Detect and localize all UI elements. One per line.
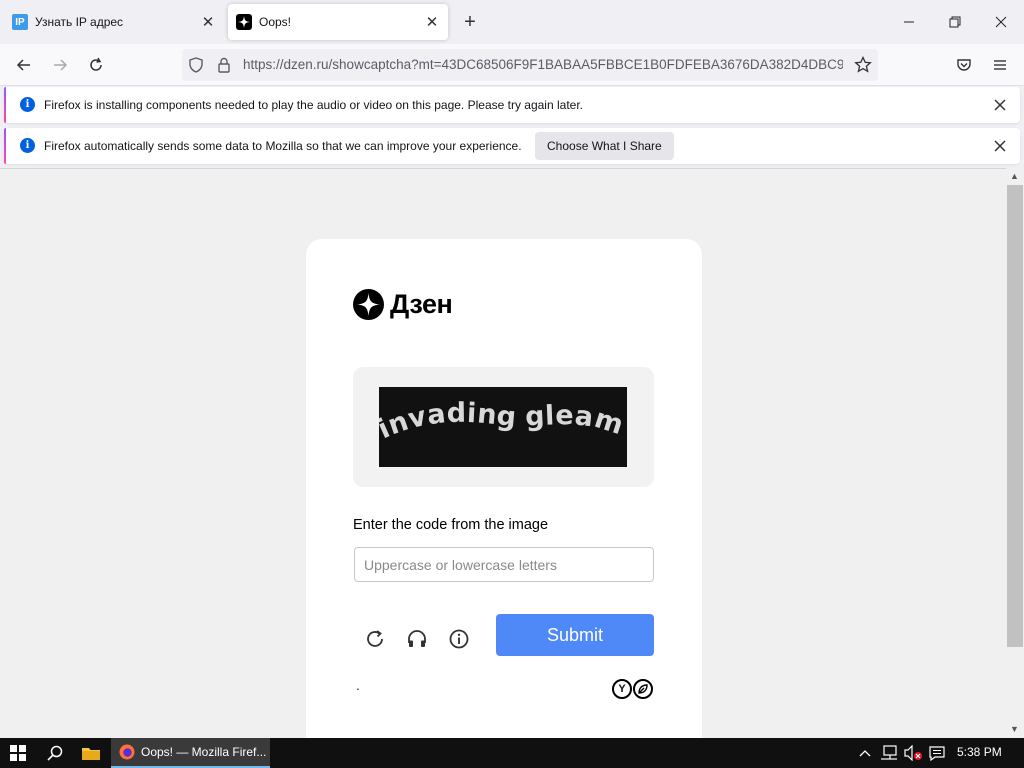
search-icon[interactable] [38, 738, 72, 768]
captcha-code-input[interactable] [354, 547, 654, 582]
svg-text:invading gleaming: invading gleaming [379, 387, 627, 445]
scroll-up-icon[interactable]: ▲ [1010, 171, 1019, 181]
reload-icon[interactable] [80, 49, 112, 81]
notification-accent [4, 128, 6, 164]
url-text[interactable]: https://dzen.ru/showcaptcha?mt=43DC68506… [243, 57, 843, 72]
captcha-info-icon[interactable] [445, 625, 473, 653]
close-window-icon[interactable] [978, 0, 1024, 44]
submit-button[interactable]: Submit [496, 614, 654, 656]
firefox-icon [119, 744, 135, 760]
show-hidden-icons-chevron-icon[interactable] [856, 738, 874, 768]
lock-icon[interactable] [217, 57, 231, 76]
menu-hamburger-icon[interactable] [984, 49, 1016, 81]
tab-oops[interactable]: Oops! ✕ [228, 4, 448, 40]
close-notification-icon[interactable] [990, 136, 1010, 156]
refresh-captcha-icon[interactable] [361, 625, 389, 653]
data-collection-notification: i Firefox automatically sends some data … [4, 128, 1020, 164]
captcha-text: invading gleaming [379, 387, 627, 445]
pocket-icon[interactable] [948, 49, 980, 81]
notification-message: Firefox automatically sends some data to… [44, 139, 522, 153]
media-components-notification: i Firefox is installing components neede… [4, 87, 1020, 123]
captcha-image: invading gleaming [379, 387, 627, 467]
forward-icon[interactable] [44, 49, 76, 81]
action-center-icon[interactable] [926, 738, 948, 768]
tab-strip: IP Узнать IP адрес ✕ Oops! ✕ + [0, 0, 1024, 44]
url-bar[interactable]: https://dzen.ru/showcaptcha?mt=43DC68506… [182, 49, 878, 81]
yandex-leaf-icon [633, 679, 653, 699]
new-tab-icon[interactable]: + [456, 8, 484, 36]
captcha-card: Дзен invading gleaming Enter the code fr… [306, 239, 702, 738]
tab-title: Узнать IP адрес [35, 15, 124, 29]
brand-name: Дзен [390, 289, 453, 319]
taskbar-clock[interactable]: 5:38 PM [957, 745, 1002, 759]
windows-start-icon[interactable] [0, 738, 36, 768]
taskbar-firefox-window[interactable]: Oops! — Mozilla Firef... [111, 738, 270, 768]
dzen-favicon-icon [236, 14, 252, 30]
ip-favicon-icon: IP [12, 14, 28, 30]
tracking-protection-shield-icon[interactable] [188, 57, 204, 76]
navigation-toolbar: https://dzen.ru/showcaptcha?mt=43DC68506… [0, 44, 1024, 86]
volume-muted-icon[interactable] [902, 738, 924, 768]
scroll-down-icon[interactable]: ▼ [1010, 724, 1019, 734]
dzen-logo: Дзен [353, 289, 453, 320]
close-tab-icon[interactable]: ✕ [424, 14, 440, 31]
windows-taskbar: Oops! — Mozilla Firef... 5:38 PM [0, 738, 1024, 768]
back-icon[interactable] [8, 49, 40, 81]
close-tab-icon[interactable]: ✕ [200, 14, 216, 31]
tab-ip-address[interactable]: IP Узнать IP адрес ✕ [4, 4, 224, 40]
minimize-icon[interactable] [886, 0, 932, 44]
page-scrollbar[interactable]: ▲ ▼ [1006, 168, 1024, 738]
info-icon: i [20, 138, 35, 153]
close-notification-icon[interactable] [990, 95, 1010, 115]
choose-what-i-share-button[interactable]: Choose What I Share [535, 132, 674, 160]
restore-icon[interactable] [932, 0, 978, 44]
page-content: Дзен invading gleaming Enter the code fr… [0, 168, 1006, 738]
notification-accent [4, 87, 6, 123]
yandex-y-icon: Y [612, 679, 632, 699]
bookmark-star-icon[interactable] [854, 55, 872, 77]
file-explorer-icon[interactable] [74, 738, 108, 768]
taskbar-window-title: Oops! — Mozilla Firef... [141, 745, 267, 759]
scroll-thumb[interactable] [1007, 185, 1023, 647]
captcha-image-container: invading gleaming [353, 367, 654, 487]
tab-title: Oops! [259, 15, 292, 29]
footer-dot: . [356, 677, 360, 693]
info-icon: i [20, 97, 35, 112]
audio-captcha-headphones-icon[interactable] [403, 625, 431, 653]
yandex-logos: Y [612, 679, 654, 699]
network-icon[interactable] [878, 738, 900, 768]
notification-message: Firefox is installing components needed … [44, 98, 583, 112]
dzen-star-icon [353, 289, 384, 320]
captcha-prompt: Enter the code from the image [353, 517, 549, 533]
